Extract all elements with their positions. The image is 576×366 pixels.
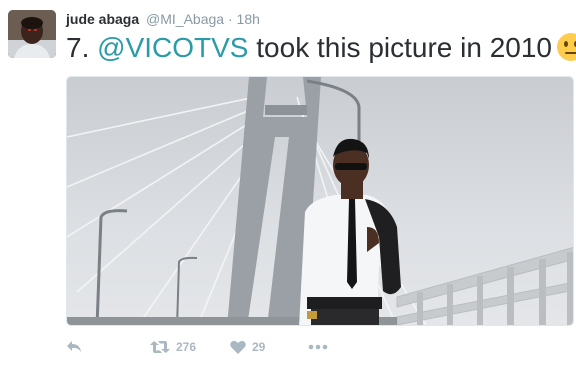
reply-icon bbox=[67, 341, 81, 352]
timestamp[interactable]: 18h bbox=[237, 11, 260, 27]
tweet-text-suffix: took this picture in 2010 bbox=[248, 32, 552, 63]
neutral-face-emoji bbox=[556, 32, 576, 62]
mention-link[interactable]: @VICOTVS bbox=[97, 32, 248, 63]
author-handle[interactable]: @MI_Abaga bbox=[146, 11, 224, 27]
separator-dot: · bbox=[227, 11, 233, 27]
tweet-text-prefix: 7. bbox=[66, 32, 98, 63]
tweet-header: jude abaga @MI_Abaga · 18h bbox=[66, 10, 260, 28]
more-icon bbox=[308, 344, 328, 350]
tweet-photo[interactable] bbox=[66, 76, 574, 326]
retweet-icon bbox=[150, 341, 170, 353]
avatar[interactable] bbox=[8, 10, 56, 58]
retweet-count: 276 bbox=[176, 340, 197, 354]
like-count: 29 bbox=[252, 340, 266, 354]
reply-button[interactable] bbox=[66, 336, 82, 358]
tweet-actions: 276 29 bbox=[66, 336, 366, 358]
tweet-text: 7. @VICOTVS took this picture in 2010 bbox=[66, 30, 576, 66]
more-button[interactable] bbox=[308, 336, 328, 358]
author-name[interactable]: jude abaga bbox=[66, 11, 139, 27]
like-button[interactable]: 29 bbox=[230, 336, 265, 358]
retweet-button[interactable]: 276 bbox=[150, 336, 196, 358]
heart-icon bbox=[230, 340, 246, 354]
